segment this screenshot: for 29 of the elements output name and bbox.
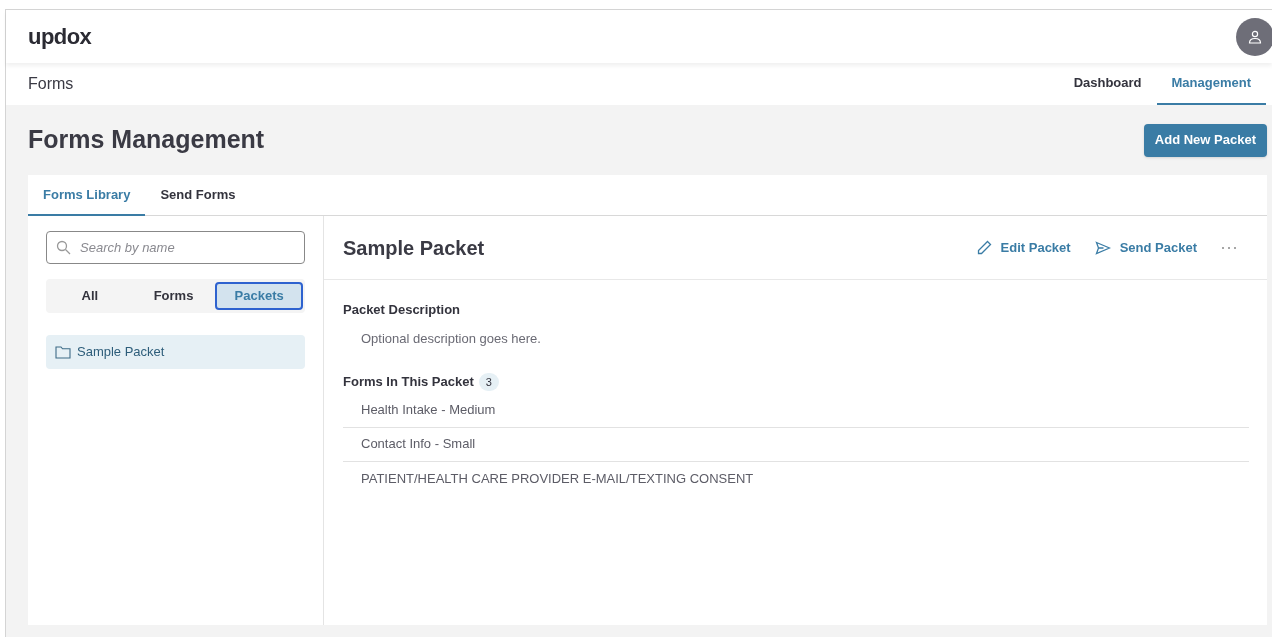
page-title: Forms Management: [28, 124, 265, 156]
pencil-icon: [975, 239, 992, 256]
edit-packet-button[interactable]: Edit Packet: [975, 237, 1071, 258]
section-title: Forms: [28, 74, 74, 94]
filter-toggle[interactable]: Packets: [215, 282, 303, 310]
packet-list-item[interactable]: Sample Packet: [46, 335, 305, 369]
form-row[interactable]: PATIENT/HEALTH CARE PROVIDER E-MAIL/TEXTING CONSENT: [343, 461, 1249, 496]
user-icon: [1247, 28, 1263, 45]
nav-tab[interactable]: Management: [1156, 63, 1266, 105]
form-row[interactable]: Health Intake - Medium: [343, 393, 1249, 428]
tab[interactable]: Send Forms: [145, 175, 251, 216]
search-icon: [56, 240, 71, 255]
form-row[interactable]: Contact Info - Small: [343, 427, 1249, 462]
filter-toggle[interactable]: All: [48, 282, 132, 310]
count-badge: 3: [478, 372, 499, 391]
nav-tab[interactable]: Dashboard: [1058, 63, 1157, 105]
filter-toggle[interactable]: Forms: [131, 282, 216, 310]
avatar[interactable]: [1236, 17, 1272, 56]
description-label: Packet Description: [343, 301, 462, 319]
search-field[interactable]: Search by name: [46, 231, 305, 264]
add-packet-button[interactable]: Add New Packet: [1143, 123, 1267, 157]
send-packet-button[interactable]: Send Packet: [1094, 237, 1197, 258]
folder-icon: [55, 345, 71, 359]
description-text: Optional description goes here.: [360, 329, 542, 348]
tab[interactable]: Forms Library: [28, 175, 146, 216]
logo[interactable]: updox: [28, 20, 92, 53]
forms-label: Forms In This Packet: [343, 373, 474, 391]
packet-title: Sample Packet: [343, 235, 485, 261]
send-icon: [1094, 240, 1111, 255]
